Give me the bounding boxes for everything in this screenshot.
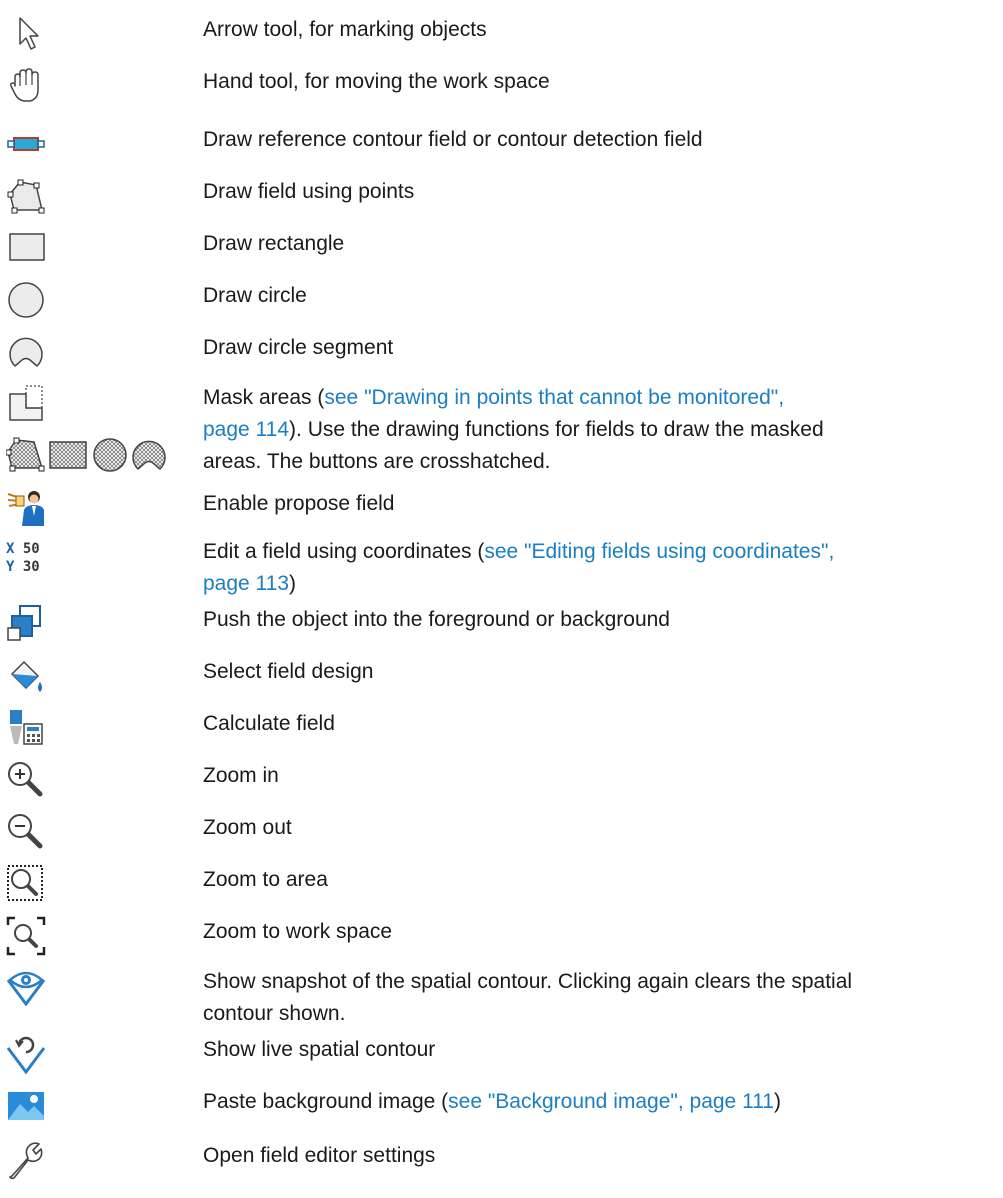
- text-segment: Paste background image (: [203, 1090, 449, 1113]
- background-image-icon[interactable]: [6, 1086, 52, 1126]
- propose-field-icon[interactable]: [6, 488, 52, 528]
- tool-description: Zoom in: [203, 764, 279, 787]
- tool-description: Mask areas (see "Drawing in points that …: [203, 382, 983, 478]
- tool-description: Hand tool, for moving the work space: [203, 70, 550, 93]
- tool-description: Show snapshot of the spatial contour. Cl…: [203, 966, 983, 1030]
- cross-reference-link[interactable]: see "Background image", page 111: [448, 1090, 774, 1113]
- coordinate-x-line: X 50: [6, 540, 52, 558]
- zoom-area-icon[interactable]: [6, 864, 52, 904]
- x-value: 50: [22, 541, 40, 557]
- tool-description: Push the object into the foreground or b…: [203, 608, 670, 631]
- mask-rectangle-icon[interactable]: [49, 441, 87, 469]
- cross-reference-link[interactable]: see "Drawing in points that cannot be mo…: [324, 386, 784, 409]
- circle-icon[interactable]: [6, 280, 52, 320]
- page-link[interactable]: page 113: [203, 572, 289, 595]
- mask-areas-icon[interactable]: [6, 384, 52, 424]
- layer-order-icon[interactable]: [6, 604, 52, 644]
- tool-description: Draw rectangle: [203, 232, 345, 255]
- text-segment: contour shown.: [203, 1002, 346, 1025]
- text-segment: ). Use the drawing functions for fields …: [289, 418, 824, 441]
- rectangle-icon[interactable]: [6, 228, 52, 268]
- tool-description: Select field design: [203, 660, 374, 683]
- x-label: X: [6, 541, 15, 557]
- tool-description: Zoom out: [203, 816, 292, 839]
- live-contour-icon[interactable]: [6, 1034, 52, 1074]
- tool-description: Calculate field: [203, 712, 335, 735]
- tool-description: Zoom to area: [203, 868, 328, 891]
- tool-description: Enable propose field: [203, 492, 395, 515]
- zoom-workspace-icon[interactable]: [6, 916, 52, 956]
- text-segment: Mask areas (: [203, 386, 325, 409]
- coordinates-icon[interactable]: X 50 Y 30: [6, 540, 52, 580]
- tool-description: Draw circle segment: [203, 336, 394, 359]
- cross-reference-link[interactable]: see "Editing fields using coordinates",: [484, 540, 834, 563]
- text-segment: ): [289, 572, 297, 595]
- circle-segment-icon[interactable]: [6, 332, 52, 372]
- mask-tool-group: [5, 437, 166, 472]
- text-segment: Show snapshot of the spatial contour. Cl…: [203, 970, 853, 993]
- snapshot-eye-icon[interactable]: [6, 966, 52, 1006]
- calculate-field-icon[interactable]: [6, 708, 52, 748]
- y-label: Y: [6, 559, 15, 575]
- tool-description: Draw circle: [203, 284, 307, 307]
- text-segment: Edit a field using coordinates (: [203, 540, 485, 563]
- arrow-cursor-icon[interactable]: [6, 14, 52, 54]
- tool-description: Draw field using points: [203, 180, 415, 203]
- y-value: 30: [22, 559, 40, 575]
- wrench-icon[interactable]: [6, 1140, 52, 1180]
- tool-description: Paste background image (see "Background …: [203, 1086, 983, 1118]
- text-segment: ): [774, 1090, 781, 1113]
- paint-bucket-icon[interactable]: [6, 656, 52, 696]
- page-link[interactable]: page 114: [203, 418, 289, 441]
- text-segment: areas. The buttons are crosshatched.: [203, 450, 551, 473]
- polygon-points-icon[interactable]: [6, 176, 52, 216]
- zoom-out-icon[interactable]: [6, 812, 52, 852]
- tool-description: Draw reference contour field or contour …: [203, 128, 703, 151]
- mask-segment-icon[interactable]: [132, 440, 166, 470]
- tool-description: Zoom to work space: [203, 920, 393, 943]
- coordinate-y-line: Y 30: [6, 558, 52, 576]
- zoom-in-icon[interactable]: [6, 760, 52, 800]
- tool-description: Arrow tool, for marking objects: [203, 18, 487, 41]
- mask-polygon-icon[interactable]: [5, 437, 45, 472]
- tool-description: Open field editor settings: [203, 1144, 436, 1167]
- tool-description: Edit a field using coordinates (see "Edi…: [203, 536, 983, 600]
- tool-description: Show live spatial contour: [203, 1038, 436, 1061]
- hand-icon[interactable]: [6, 66, 52, 106]
- reference-contour-icon[interactable]: [6, 124, 52, 164]
- mask-circle-icon[interactable]: [93, 438, 127, 472]
